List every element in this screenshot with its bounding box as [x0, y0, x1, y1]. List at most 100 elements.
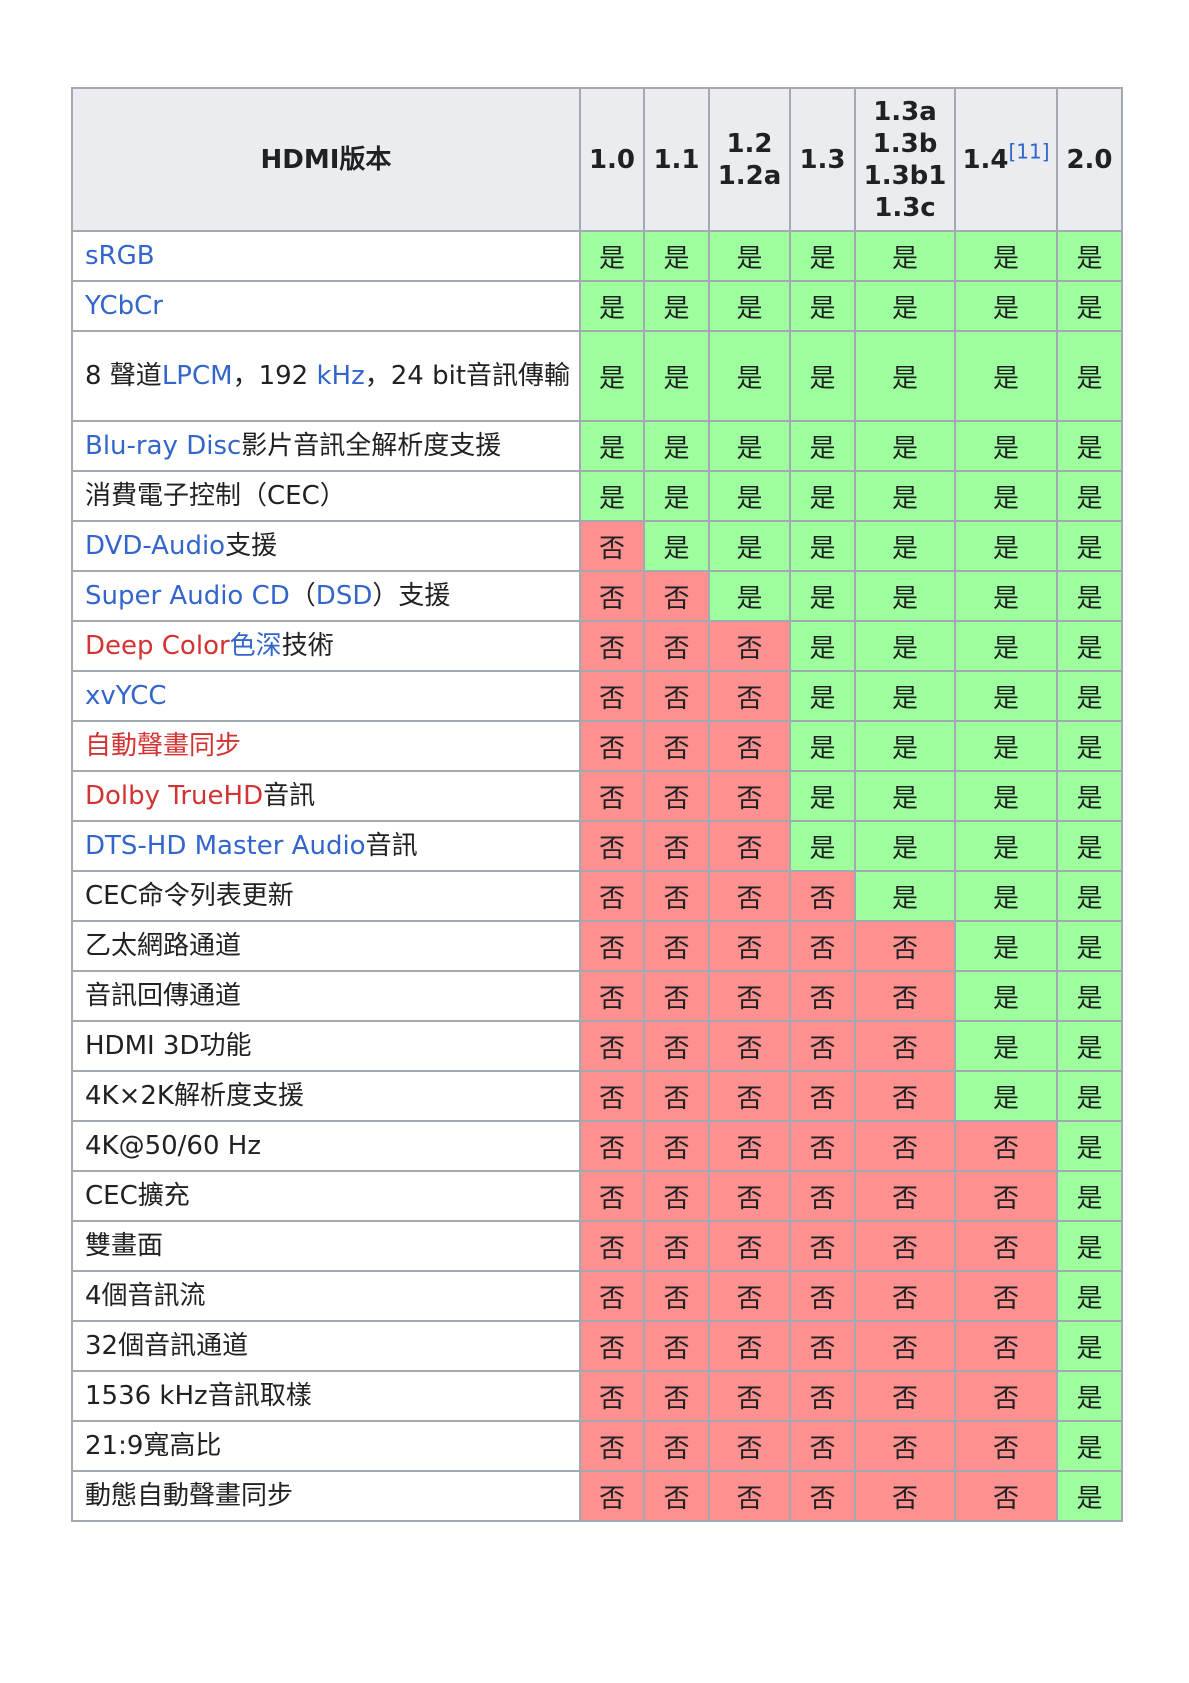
support-yes-cell: 是 [854, 720, 956, 772]
support-yes-cell: 是 [1056, 1270, 1123, 1322]
support-no-cell: 否 [643, 770, 710, 822]
support-no-cell: 否 [579, 520, 645, 572]
feature-link[interactable]: sRGB [85, 241, 155, 271]
support-no-cell: 否 [789, 1370, 856, 1422]
feature-name-cell: CEC擴充 [71, 1170, 581, 1222]
support-yes-cell: 是 [1056, 1320, 1123, 1372]
support-no-cell: 否 [579, 1420, 645, 1472]
support-no-cell: 否 [708, 1370, 791, 1422]
support-yes-cell: 是 [1056, 1220, 1123, 1272]
support-no-cell: 否 [643, 670, 710, 722]
support-no-cell: 否 [954, 1470, 1058, 1522]
support-no-cell: 否 [579, 670, 645, 722]
version-header: 1.3a 1.3b 1.3b1 1.3c [854, 87, 956, 232]
feature-link[interactable]: xvYCC [85, 681, 167, 711]
support-no-cell: 否 [708, 1470, 791, 1522]
support-no-cell: 否 [789, 1220, 856, 1272]
feature-name-cell: YCbCr [71, 280, 581, 332]
feature-text: 1536 kHz音訊取樣 [85, 1380, 312, 1411]
support-yes-cell: 是 [954, 970, 1058, 1022]
table-row: CEC擴充否否否否否否是 [71, 1170, 1123, 1222]
support-no-cell: 否 [708, 1420, 791, 1472]
feature-link[interactable]: DTS-HD Master Audio [85, 831, 366, 861]
version-label: 1.3b1 [863, 160, 947, 191]
support-yes-cell: 是 [643, 420, 710, 472]
feature-link[interactable]: Blu-ray Disc [85, 431, 241, 461]
support-no-cell: 否 [708, 770, 791, 822]
support-no-cell: 否 [579, 1470, 645, 1522]
feature-name-cell: 32個音訊通道 [71, 1320, 581, 1372]
support-yes-cell: 是 [1056, 720, 1123, 772]
support-yes-cell: 是 [643, 470, 710, 522]
feature-link[interactable]: Super Audio CD [85, 581, 290, 611]
table-row: Super Audio CD（DSD）支援否否是是是是是 [71, 570, 1123, 622]
support-yes-cell: 是 [854, 670, 956, 722]
feature-name-cell: 音訊回傳通道 [71, 970, 581, 1022]
support-no-cell: 否 [579, 870, 645, 922]
support-no-cell: 否 [708, 1220, 791, 1272]
support-yes-cell: 是 [1056, 470, 1123, 522]
feature-link[interactable]: YCbCr [85, 291, 163, 321]
support-no-cell: 否 [789, 1420, 856, 1472]
support-no-cell: 否 [954, 1270, 1058, 1322]
support-yes-cell: 是 [1056, 1020, 1123, 1072]
support-no-cell: 否 [579, 770, 645, 822]
support-yes-cell: 是 [579, 420, 645, 472]
support-no-cell: 否 [643, 1120, 710, 1172]
support-no-cell: 否 [643, 1270, 710, 1322]
support-no-cell: 否 [643, 570, 710, 622]
citation-link[interactable]: [11] [1009, 139, 1050, 163]
support-yes-cell: 是 [643, 230, 710, 282]
support-yes-cell: 是 [954, 820, 1058, 872]
feature-link[interactable]: Deep Color [85, 631, 230, 661]
support-yes-cell: 是 [708, 330, 791, 422]
feature-text: 32個音訊通道 [85, 1330, 249, 1361]
version-label: 1.3b [872, 128, 938, 159]
support-yes-cell: 是 [954, 670, 1058, 722]
support-no-cell: 否 [643, 1370, 710, 1422]
support-yes-cell: 是 [954, 920, 1058, 972]
support-yes-cell: 是 [854, 230, 956, 282]
support-no-cell: 否 [708, 670, 791, 722]
version-label: 2.0 [1066, 144, 1113, 175]
feature-link[interactable]: kHz [316, 361, 364, 391]
table-row: 動態自動聲畫同步否否否否否否是 [71, 1470, 1123, 1522]
support-no-cell: 否 [789, 1120, 856, 1172]
feature-link[interactable]: 色深 [230, 631, 282, 661]
support-yes-cell: 是 [954, 280, 1058, 332]
support-yes-cell: 是 [1056, 1420, 1123, 1472]
support-no-cell: 否 [954, 1420, 1058, 1472]
feature-text: 消費電子控制（CEC） [85, 480, 346, 511]
table-row: xvYCC 否否否是是是是 [71, 670, 1123, 722]
support-no-cell: 否 [579, 1070, 645, 1122]
version-label: 1.3c [874, 192, 936, 223]
support-yes-cell: 是 [579, 330, 645, 422]
support-no-cell: 否 [708, 1170, 791, 1222]
support-no-cell: 否 [708, 820, 791, 872]
support-no-cell: 否 [708, 920, 791, 972]
feature-text: 8 聲道 [85, 360, 162, 391]
feature-link[interactable]: DVD-Audio [85, 531, 225, 561]
table-row: Dolby TrueHD音訊否否否是是是是 [71, 770, 1123, 822]
support-no-cell: 否 [643, 1220, 710, 1272]
feature-text: 乙太網路通道 [85, 930, 242, 961]
support-yes-cell: 是 [643, 330, 710, 422]
support-no-cell: 否 [854, 1270, 956, 1322]
hdmi-version-feature-table: HDMI版本 1.0 1.1 1.2 1.2a 1.3 1.3a 1.3b 1.3b1… [71, 87, 1123, 1522]
support-no-cell: 否 [708, 1020, 791, 1072]
support-no-cell: 否 [643, 1170, 710, 1222]
support-yes-cell: 是 [954, 720, 1058, 772]
feature-link[interactable]: 自動聲畫同步 [85, 731, 241, 761]
feature-name-cell: DTS-HD Master Audio音訊 [71, 820, 581, 872]
support-yes-cell: 是 [954, 870, 1058, 922]
table-row: 消費電子控制（CEC）是是是是是是是 [71, 470, 1123, 522]
table-row: Deep Color色深技術否否否是是是是 [71, 620, 1123, 672]
feature-link[interactable]: DSD [316, 581, 373, 611]
feature-link[interactable]: Dolby TrueHD [85, 781, 263, 811]
feature-link[interactable]: LPCM [162, 361, 233, 391]
support-yes-cell: 是 [1056, 820, 1123, 872]
support-yes-cell: 是 [954, 770, 1058, 822]
support-yes-cell: 是 [789, 280, 856, 332]
support-no-cell: 否 [789, 920, 856, 972]
support-no-cell: 否 [789, 1470, 856, 1522]
